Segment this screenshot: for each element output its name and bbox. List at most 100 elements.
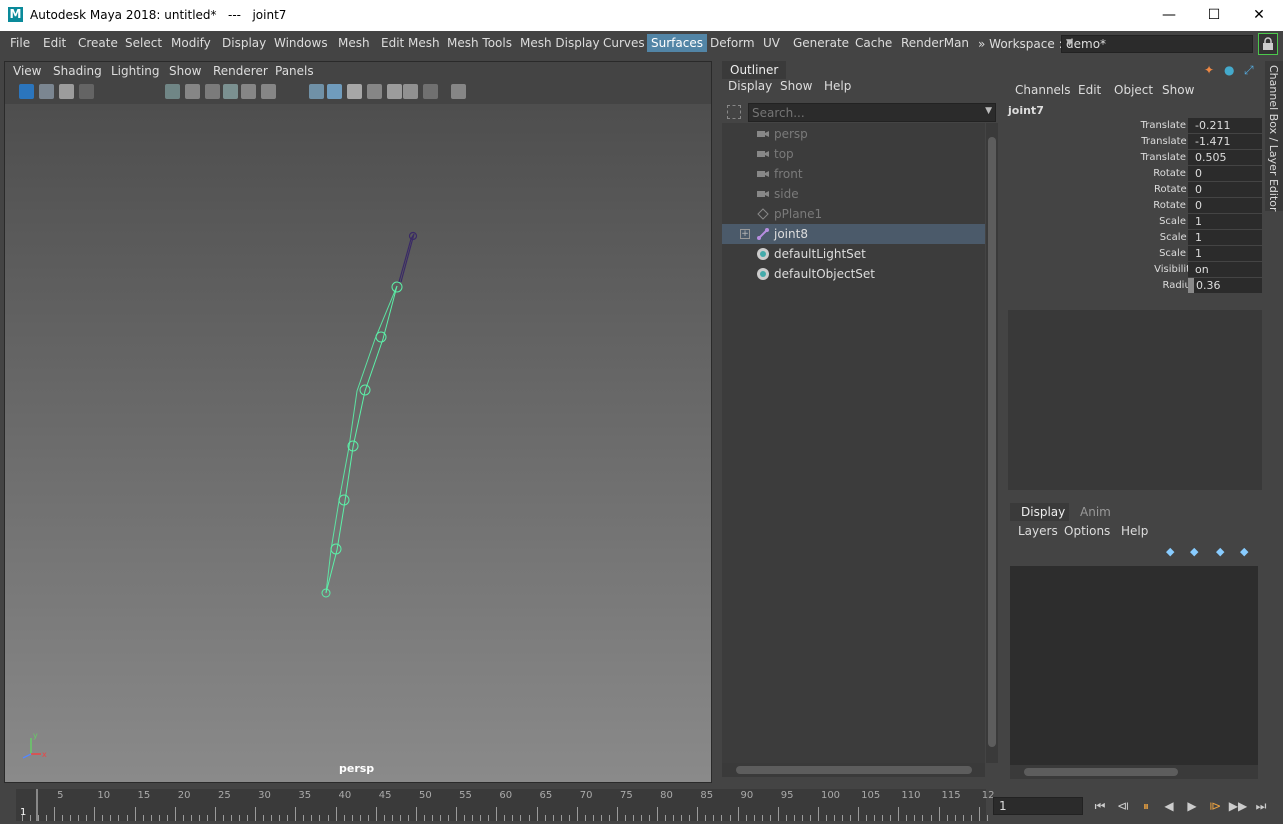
ol-menu-help[interactable]: Help: [824, 79, 851, 93]
current-frame-field[interactable]: 1: [993, 797, 1083, 815]
channel-value-field[interactable]: 1: [1188, 230, 1262, 245]
xray-icon[interactable]: [403, 84, 418, 99]
bookmark-icon[interactable]: [59, 84, 74, 99]
image-plane-icon[interactable]: [79, 84, 94, 99]
move-layer-down-icon[interactable]: ◆: [1190, 545, 1198, 558]
ch-menu-show[interactable]: Show: [1162, 83, 1194, 97]
menu-display[interactable]: Display: [218, 34, 270, 52]
vp-menu-panels[interactable]: Panels: [275, 64, 314, 78]
vp-menu-renderer[interactable]: Renderer: [213, 64, 268, 78]
grid-toggle-icon[interactable]: [165, 84, 180, 99]
scroll-thumb[interactable]: [1024, 768, 1178, 776]
search-input[interactable]: [749, 104, 979, 121]
menu-mesh[interactable]: Mesh: [334, 34, 374, 52]
vp-menu-view[interactable]: View: [13, 64, 41, 78]
isolate-icon[interactable]: [423, 84, 438, 99]
new-layer-icon[interactable]: ◆: [1216, 545, 1224, 558]
ch-menu-channels[interactable]: Channels: [1015, 83, 1071, 97]
menu-renderman[interactable]: RenderMan: [897, 34, 973, 52]
vp-menu-show[interactable]: Show: [169, 64, 201, 78]
go-to-start-icon[interactable]: ⏮: [1090, 796, 1110, 816]
channel-value-field[interactable]: 0.36: [1188, 278, 1262, 293]
wireframe-icon[interactable]: [309, 84, 324, 99]
list-item[interactable]: pPlane1: [722, 204, 985, 224]
step-back-frame-icon[interactable]: ⏸: [1136, 796, 1156, 816]
list-item[interactable]: top: [722, 144, 985, 164]
channel-value-field[interactable]: 0: [1188, 198, 1262, 213]
transform-icon[interactable]: ✦: [1204, 63, 1214, 77]
minimize-button[interactable]: —: [1149, 4, 1189, 26]
layer-menu-layers[interactable]: Layers: [1018, 524, 1058, 538]
shadows-icon[interactable]: [367, 84, 382, 99]
refresh-icon[interactable]: ●: [1224, 63, 1234, 77]
channel-value-field[interactable]: 1: [1188, 246, 1262, 261]
menu-cache[interactable]: Cache: [851, 34, 896, 52]
outliner-tab[interactable]: Outliner: [722, 61, 787, 79]
menu-select[interactable]: Select: [121, 34, 166, 52]
channel-value-field[interactable]: 0.505: [1188, 150, 1262, 165]
list-item[interactable]: defaultLightSet: [722, 244, 985, 264]
vp-menu-shading[interactable]: Shading: [53, 64, 102, 78]
timeline-track[interactable]: 1 5 10 15 20 25 30 35 40 45 50 55 60 65 70 75 80 85 90 95 1…: [16, 789, 994, 821]
menu-edit-mesh[interactable]: Edit Mesh: [377, 34, 444, 52]
lock-button[interactable]: [1258, 33, 1278, 55]
side-tab[interactable]: Channel Box / Layer Editor: [1265, 61, 1283, 212]
move-layer-up-icon[interactable]: ◆: [1166, 545, 1174, 558]
edit-icon[interactable]: ⤢: [1244, 63, 1254, 78]
hud-icon[interactable]: [451, 84, 466, 99]
list-item[interactable]: + joint8: [722, 224, 985, 244]
play-backwards-icon[interactable]: ◀: [1159, 796, 1179, 816]
layer-hscroll[interactable]: [1010, 765, 1258, 779]
menu-generate[interactable]: Generate: [789, 34, 853, 52]
menu-mesh-tools[interactable]: Mesh Tools: [443, 34, 516, 52]
scroll-thumb[interactable]: [736, 766, 972, 774]
channel-value-field[interactable]: on: [1188, 262, 1262, 277]
step-forward-frame-icon[interactable]: ⧐: [1205, 796, 1225, 816]
smooth-shade-icon[interactable]: [327, 84, 342, 99]
select-camera-icon[interactable]: [19, 84, 34, 99]
channel-value-field[interactable]: 0: [1188, 166, 1262, 181]
list-item[interactable]: side: [722, 184, 985, 204]
safe-title-icon[interactable]: [261, 84, 276, 99]
close-button[interactable]: ✕: [1239, 4, 1279, 26]
menu-file[interactable]: File: [6, 34, 34, 52]
ol-menu-display[interactable]: Display: [728, 79, 772, 93]
vp-menu-lighting[interactable]: Lighting: [111, 64, 160, 78]
new-layer-selected-icon[interactable]: ◆: [1240, 545, 1248, 558]
channel-value-field[interactable]: 0: [1188, 182, 1262, 197]
filter-icon[interactable]: [727, 105, 741, 119]
list-item[interactable]: persp: [722, 124, 985, 144]
tab-display[interactable]: Display: [1010, 503, 1077, 521]
menu-surfaces[interactable]: Surfaces: [647, 34, 707, 52]
channel-value-field[interactable]: -0.211: [1188, 118, 1262, 133]
step-forward-key-icon[interactable]: ▶▶: [1228, 796, 1248, 816]
ol-menu-show[interactable]: Show: [780, 79, 812, 93]
layer-menu-options[interactable]: Options: [1064, 524, 1110, 538]
maximize-button[interactable]: ☐: [1194, 4, 1234, 26]
menu-edit[interactable]: Edit: [39, 34, 70, 52]
field-chart-icon[interactable]: [223, 84, 238, 99]
joint-chain[interactable]: y x: [5, 104, 711, 782]
tab-anim[interactable]: Anim: [1069, 503, 1122, 521]
workspace-dropdown[interactable]: demo* ▼: [1061, 35, 1253, 53]
outliner-hscroll[interactable]: [722, 763, 985, 777]
film-gate-icon[interactable]: [185, 84, 200, 99]
layer-menu-help[interactable]: Help: [1121, 524, 1148, 538]
play-forwards-icon[interactable]: ▶: [1182, 796, 1202, 816]
scene-view[interactable]: y x persp: [5, 104, 711, 782]
menu-modify[interactable]: Modify: [167, 34, 215, 52]
textured-icon[interactable]: [387, 84, 402, 99]
expand-icon[interactable]: +: [740, 229, 750, 239]
ch-menu-edit[interactable]: Edit: [1078, 83, 1101, 97]
channel-value-field[interactable]: 1: [1188, 214, 1262, 229]
channel-value-field[interactable]: -1.471: [1188, 134, 1262, 149]
workspace-chevrons[interactable]: »: [978, 37, 985, 51]
chevron-down-icon[interactable]: ▼: [985, 106, 992, 116]
menu-mesh-display[interactable]: Mesh Display: [516, 34, 604, 52]
list-item[interactable]: defaultObjectSet: [722, 264, 985, 284]
ch-menu-object[interactable]: Object: [1114, 83, 1153, 97]
menu-create[interactable]: Create: [74, 34, 122, 52]
outliner-vscroll[interactable]: [986, 123, 998, 763]
menu-uv[interactable]: UV: [759, 34, 784, 52]
step-back-key-icon[interactable]: ⧏: [1113, 796, 1133, 816]
